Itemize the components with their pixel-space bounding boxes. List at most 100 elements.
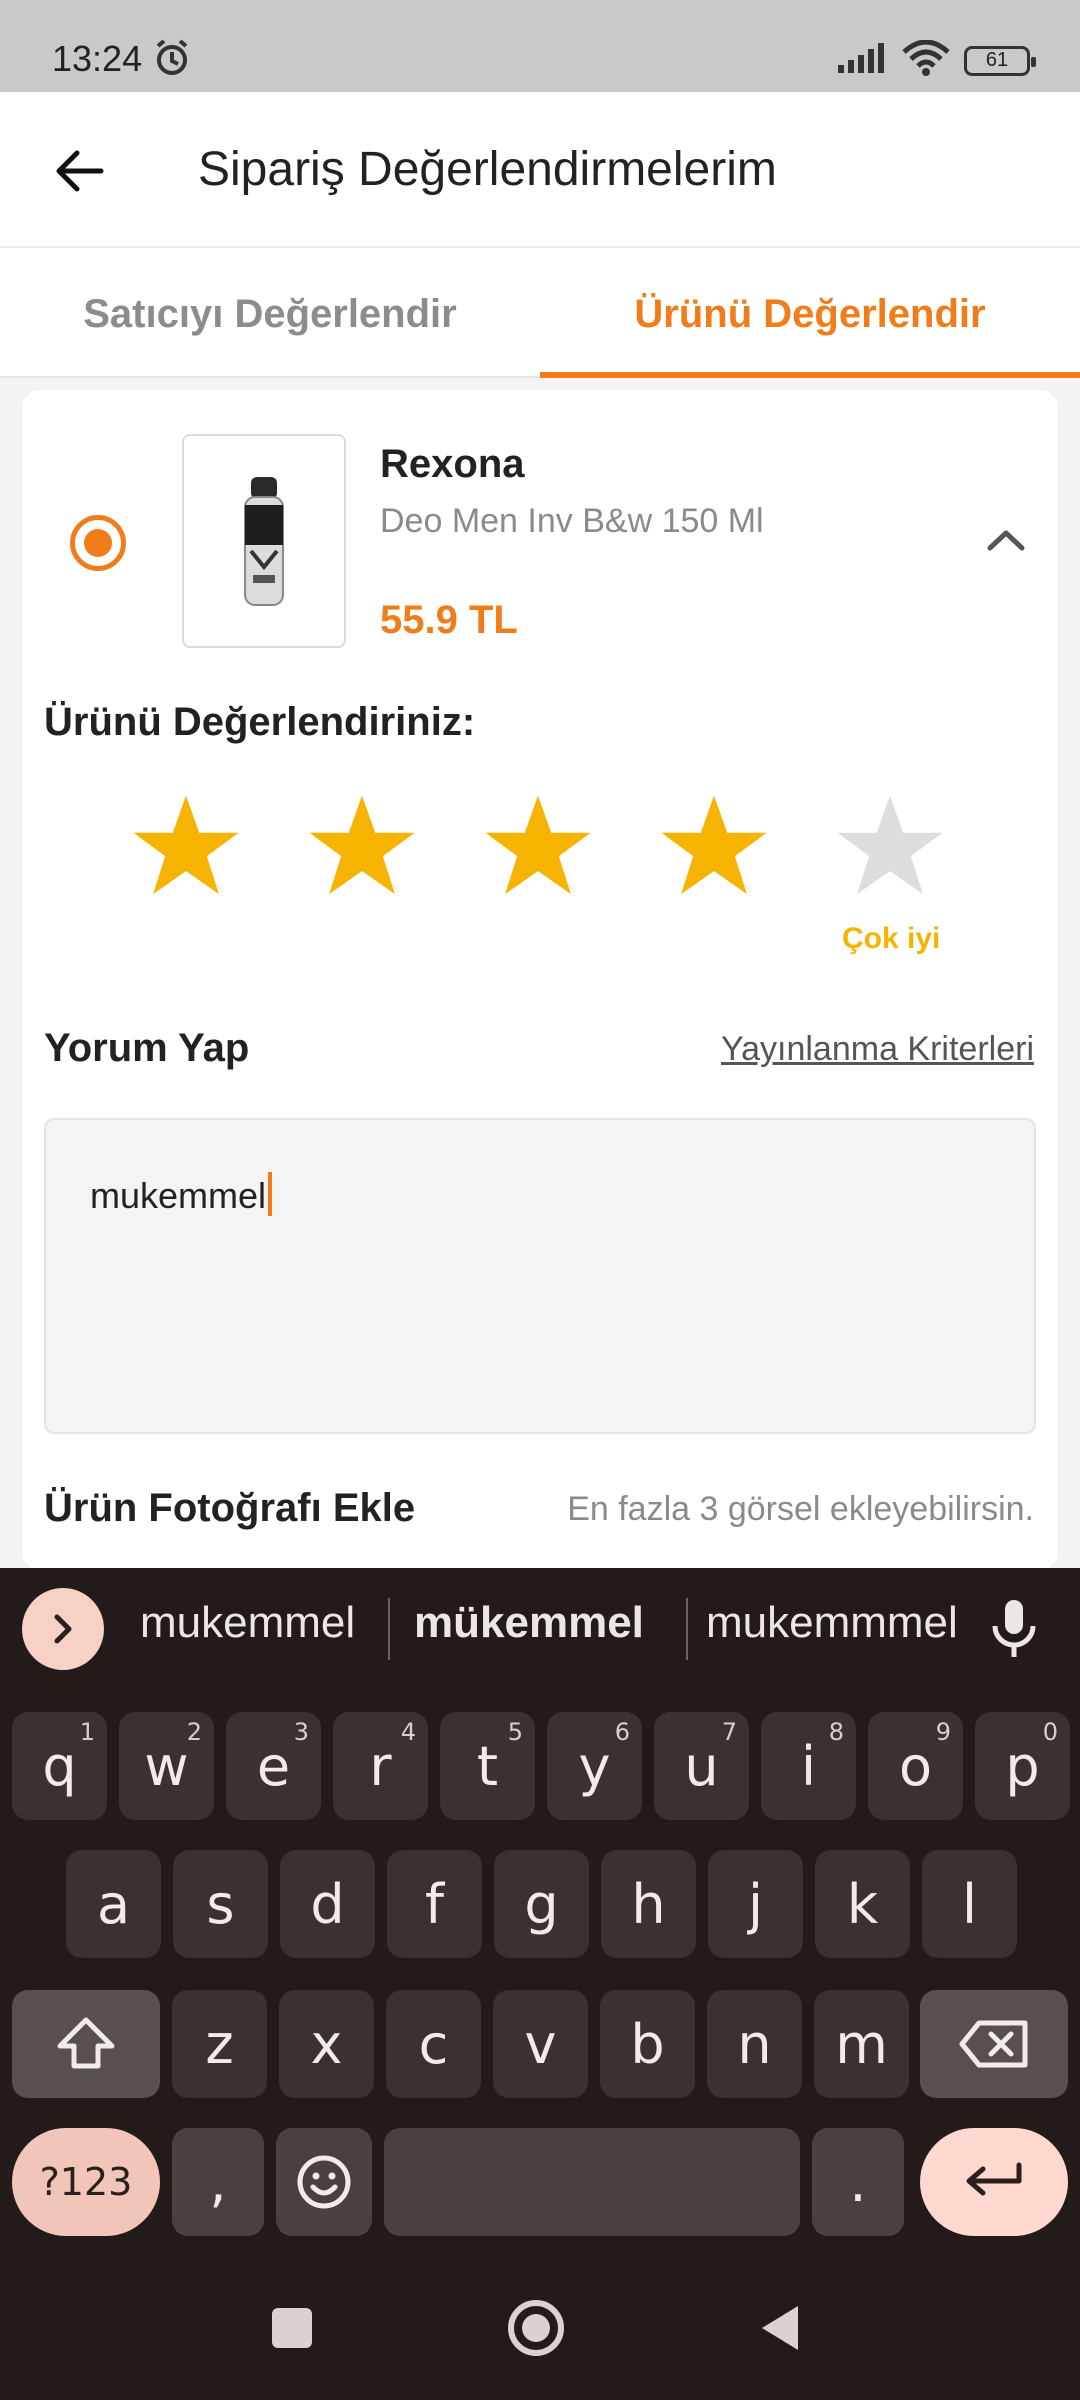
product-price: 55.9 TL bbox=[380, 598, 518, 642]
key-y-label: y bbox=[578, 1734, 611, 1798]
key-e[interactable]: e3 bbox=[226, 1712, 321, 1820]
key-h[interactable]: h bbox=[601, 1850, 696, 1958]
enter-key[interactable] bbox=[920, 2128, 1068, 2236]
key-r[interactable]: r4 bbox=[333, 1712, 428, 1820]
arrow-left-icon bbox=[56, 150, 104, 192]
period-key[interactable]: . bbox=[812, 2128, 904, 2236]
space-key[interactable] bbox=[384, 2128, 800, 2236]
key-p-label: p bbox=[1005, 1734, 1040, 1798]
deodorant-can-icon bbox=[244, 477, 284, 606]
publishing-criteria-link[interactable]: Yayınlanma Kriterleri bbox=[721, 1030, 1034, 1069]
key-q[interactable]: q1 bbox=[12, 1712, 107, 1820]
status-bar: 13:24 61 bbox=[0, 0, 1080, 92]
emoji-icon bbox=[297, 2155, 351, 2209]
suggestion-1[interactable]: mukemmel bbox=[140, 1598, 355, 1648]
key-w-label: w bbox=[144, 1734, 189, 1798]
comment-input[interactable]: mukemmel bbox=[44, 1118, 1036, 1434]
product-image bbox=[182, 434, 346, 648]
tab-rate-product[interactable]: Ürünü Değerlendir bbox=[540, 250, 1080, 378]
key-v[interactable]: v bbox=[493, 1990, 588, 2098]
expand-toolbar-button[interactable] bbox=[22, 1588, 104, 1670]
chevron-right-icon bbox=[54, 1614, 72, 1644]
key-e-hint: 3 bbox=[293, 1718, 309, 1746]
back-triangle-icon bbox=[762, 2306, 798, 2350]
key-z[interactable]: z bbox=[172, 1990, 267, 2098]
key-r-label: r bbox=[369, 1734, 392, 1798]
star-2[interactable] bbox=[306, 790, 418, 902]
suggestion-divider bbox=[686, 1598, 688, 1660]
key-y-hint: 6 bbox=[614, 1718, 630, 1746]
tab-rate-seller[interactable]: Satıcıyı Değerlendir bbox=[0, 250, 540, 378]
key-c[interactable]: c bbox=[386, 1990, 481, 2098]
key-i-label: i bbox=[800, 1734, 816, 1798]
key-k[interactable]: k bbox=[815, 1850, 910, 1958]
key-p-hint: 0 bbox=[1042, 1718, 1058, 1746]
key-s-label: s bbox=[206, 1872, 235, 1936]
key-j-label: j bbox=[747, 1872, 763, 1936]
key-a[interactable]: a bbox=[66, 1850, 161, 1958]
key-o-label: o bbox=[898, 1734, 933, 1798]
key-o[interactable]: o9 bbox=[868, 1712, 963, 1820]
key-d[interactable]: d bbox=[280, 1850, 375, 1958]
app-bar: Sipariş Değerlendirmelerim bbox=[0, 92, 1080, 248]
key-e-label: e bbox=[256, 1734, 291, 1798]
comma-key[interactable]: , bbox=[172, 2128, 264, 2236]
battery-level: 61 bbox=[985, 49, 1009, 71]
key-n-label: n bbox=[737, 2012, 772, 2076]
key-w-hint: 2 bbox=[186, 1718, 202, 1746]
key-o-hint: 9 bbox=[935, 1718, 951, 1746]
key-n[interactable]: n bbox=[707, 1990, 802, 2098]
suggestion-2[interactable]: mükemmel bbox=[414, 1598, 644, 1648]
add-photo-label: Ürün Fotoğrafı Ekle bbox=[44, 1486, 416, 1530]
voice-input-button[interactable] bbox=[988, 1598, 1040, 1665]
key-f[interactable]: f bbox=[387, 1850, 482, 1958]
shift-key[interactable] bbox=[12, 1990, 160, 2098]
key-y[interactable]: y6 bbox=[547, 1712, 642, 1820]
rating-label: Ürünü Değerlendiriniz: bbox=[44, 700, 476, 744]
key-m[interactable]: m bbox=[814, 1990, 909, 2098]
star-5[interactable] bbox=[834, 790, 946, 902]
home-button[interactable] bbox=[496, 2288, 576, 2368]
key-s[interactable]: s bbox=[173, 1850, 268, 1958]
tab-bar: Satıcıyı Değerlendir Ürünü Değerlendir bbox=[0, 250, 1080, 378]
page-title: Sipariş Değerlendirmelerim bbox=[198, 143, 777, 196]
suggestion-3[interactable]: mukemmmel bbox=[706, 1598, 958, 1648]
key-a-label: a bbox=[96, 1872, 131, 1936]
back-nav-button[interactable] bbox=[740, 2288, 820, 2368]
key-k-label: k bbox=[846, 1872, 879, 1936]
key-f-label: f bbox=[424, 1872, 444, 1936]
back-button[interactable] bbox=[44, 136, 114, 206]
key-x[interactable]: x bbox=[279, 1990, 374, 2098]
battery-icon: 61 bbox=[964, 45, 1036, 76]
key-p[interactable]: p0 bbox=[975, 1712, 1070, 1820]
product-select-radio[interactable] bbox=[70, 515, 126, 571]
key-i[interactable]: i8 bbox=[761, 1712, 856, 1820]
key-u[interactable]: u7 bbox=[654, 1712, 749, 1820]
chevron-up-icon bbox=[987, 530, 1025, 551]
radio-selected-dot bbox=[84, 529, 112, 557]
star-4[interactable] bbox=[658, 790, 770, 902]
key-r-hint: 4 bbox=[400, 1718, 416, 1746]
key-t[interactable]: t5 bbox=[440, 1712, 535, 1820]
key-b[interactable]: b bbox=[600, 1990, 695, 2098]
add-photo-hint: En fazla 3 görsel ekleyebilirsin. bbox=[567, 1490, 1034, 1528]
comment-label: Yorum Yap bbox=[44, 1026, 250, 1070]
star-3[interactable] bbox=[482, 790, 594, 902]
key-j[interactable]: j bbox=[708, 1850, 803, 1958]
star-rating bbox=[130, 790, 960, 910]
key-d-label: d bbox=[310, 1872, 345, 1936]
key-t-hint: 5 bbox=[507, 1718, 523, 1746]
symbols-key[interactable]: ?123 bbox=[12, 2128, 160, 2236]
key-g[interactable]: g bbox=[494, 1850, 589, 1958]
system-nav-bar bbox=[0, 2248, 1080, 2400]
key-w[interactable]: w2 bbox=[119, 1712, 214, 1820]
wifi-icon bbox=[902, 39, 950, 81]
collapse-button[interactable] bbox=[986, 526, 1026, 559]
key-l[interactable]: l bbox=[922, 1850, 1017, 1958]
key-v-label: v bbox=[524, 2012, 557, 2076]
key-z-label: z bbox=[205, 2012, 234, 2076]
backspace-key[interactable] bbox=[920, 1990, 1068, 2098]
recents-button[interactable] bbox=[252, 2288, 332, 2368]
emoji-key[interactable] bbox=[276, 2128, 372, 2236]
star-1[interactable] bbox=[130, 790, 242, 902]
